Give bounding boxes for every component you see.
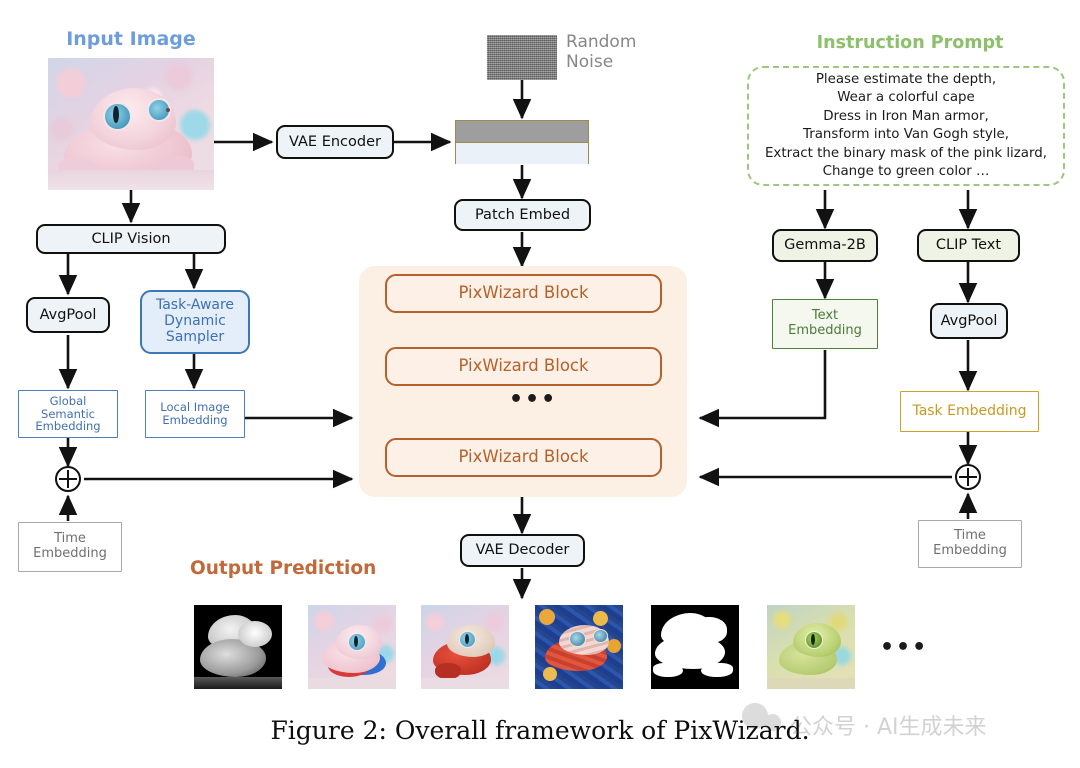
output-prediction-title: Output Prediction — [190, 558, 377, 579]
random-noise-text: Random Noise — [566, 32, 637, 72]
instruction-prompt-title: Instruction Prompt — [816, 33, 1004, 53]
output-thumbnail-iron-man-armor — [421, 605, 509, 689]
pixwizard-block-2-label: PixWizard Block — [458, 356, 589, 376]
task-aware-dynamic-sampler-label: Task-Aware Dynamic Sampler — [155, 297, 235, 345]
time-embedding-left-box[interactable]: Time Embedding — [18, 522, 122, 572]
gemma-2b-box[interactable]: Gemma-2B — [772, 229, 878, 262]
text-embedding-box[interactable]: Text Embedding — [772, 299, 878, 349]
instruction-prompt-box[interactable]: Please estimate the depth, Wear a colorf… — [747, 66, 1065, 186]
output-thumbnail-depth-map — [194, 605, 282, 689]
vae-encoder-label: VAE Encoder — [289, 133, 381, 150]
avgpool-right-label: AvgPool — [940, 312, 998, 329]
input-image-thumbnail — [48, 58, 214, 190]
output-ellipsis-text: ••• — [880, 635, 929, 660]
text-embedding-label: Text Embedding — [788, 308, 862, 338]
output-thumbnail-green-color — [767, 605, 855, 689]
pixwizard-block-1-label: PixWizard Block — [458, 283, 589, 303]
latent-concat-block — [455, 120, 589, 164]
pixwizard-block-2[interactable]: PixWizard Block — [385, 347, 662, 386]
output-ellipsis: ••• — [880, 635, 928, 660]
local-image-embedding-box[interactable]: Local Image Embedding — [145, 390, 245, 438]
pixwizard-block-1[interactable]: PixWizard Block — [385, 274, 662, 313]
time-embedding-right-label: Time Embedding — [933, 528, 1007, 558]
clip-text-box[interactable]: CLIP Text — [917, 229, 1020, 262]
patch-embed-label: Patch Embed — [474, 206, 571, 223]
prompt-line: Change to green color … — [822, 164, 990, 179]
prompt-line: Wear a colorful cape — [837, 90, 975, 105]
prompt-line: Please estimate the depth, — [815, 71, 997, 87]
local-image-embedding-label: Local Image Embedding — [160, 400, 230, 427]
random-noise-label: Random Noise — [566, 32, 676, 72]
pixwizard-block-n[interactable]: PixWizard Block — [385, 438, 662, 477]
prompt-line: Extract the binary mask of the pink liza… — [764, 145, 1048, 161]
add-operator-left — [55, 466, 81, 492]
avgpool-left-label: AvgPool — [39, 306, 97, 323]
avgpool-right-box[interactable]: AvgPool — [930, 303, 1008, 339]
gemma-2b-label: Gemma-2B — [784, 237, 866, 254]
task-embedding-label: Task Embedding — [912, 402, 1027, 419]
clip-vision-box[interactable]: CLIP Vision — [36, 224, 226, 254]
pixwizard-block-ellipsis-text: ••• — [509, 387, 558, 412]
global-semantic-embedding-label: Global Semantic Embedding — [35, 393, 101, 434]
random-noise-patch — [487, 35, 557, 80]
avgpool-left-box[interactable]: AvgPool — [26, 297, 110, 333]
time-embedding-left-label: Time Embedding — [33, 531, 107, 561]
clip-text-label: CLIP Text — [935, 237, 1002, 254]
figure-caption: Figure 2: Overall framework of PixWizard… — [270, 716, 810, 745]
prompt-line: Transform into Van Gogh style, — [802, 127, 1010, 142]
pixwizard-block-ellipsis: ••• — [509, 387, 557, 412]
input-image-title: Input Image — [66, 28, 196, 50]
add-operator-right — [955, 464, 981, 490]
vae-decoder-box[interactable]: VAE Decoder — [460, 534, 585, 567]
task-aware-dynamic-sampler-box[interactable]: Task-Aware Dynamic Sampler — [140, 290, 250, 354]
pixwizard-block-n-label: PixWizard Block — [458, 447, 589, 467]
clip-vision-label: CLIP Vision — [91, 230, 171, 247]
patch-embed-box[interactable]: Patch Embed — [454, 199, 591, 231]
output-thumbnail-van-gogh-style — [535, 605, 623, 689]
task-embedding-box[interactable]: Task Embedding — [900, 391, 1039, 432]
prompt-line: Dress in Iron Man armor, — [823, 108, 989, 124]
time-embedding-right-box[interactable]: Time Embedding — [918, 520, 1022, 568]
output-thumbnail-colorful-cape — [308, 605, 396, 689]
vae-decoder-label: VAE Decoder — [475, 542, 570, 559]
vae-encoder-box[interactable]: VAE Encoder — [276, 125, 394, 159]
output-thumbnail-binary-mask — [651, 605, 739, 689]
global-semantic-embedding-box[interactable]: Global Semantic Embedding — [18, 390, 118, 438]
